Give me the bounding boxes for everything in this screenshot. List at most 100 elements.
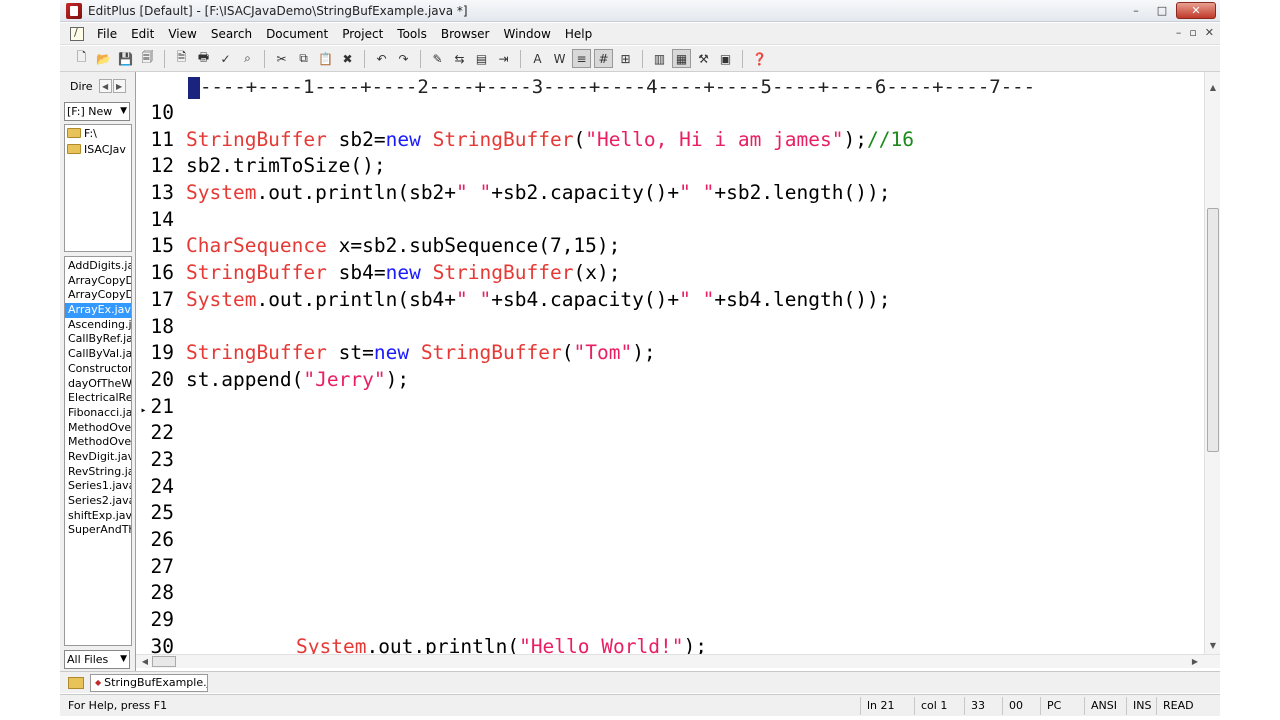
code-line[interactable]: 20 st.append("Jerry"); — [136, 367, 1204, 394]
file-filter-select[interactable]: All Files ▼ — [64, 650, 130, 669]
output-window-icon[interactable]: ▦ — [672, 49, 691, 68]
minimize-button[interactable]: – — [1124, 2, 1148, 19]
tab-scroll-left-icon[interactable]: ◀ — [98, 79, 112, 93]
directory-tree[interactable]: F:\ ISACJav — [64, 124, 132, 252]
file-list-item[interactable]: ElectricalRe — [65, 391, 131, 406]
file-list-item[interactable]: CallByRef.ja — [65, 332, 131, 347]
directory-window-icon[interactable]: ▥ — [650, 49, 669, 68]
code-line[interactable]: 12 sb2.trimToSize(); — [136, 153, 1204, 180]
drive-select[interactable]: [F:] New ▼ — [64, 102, 130, 121]
save-icon[interactable]: 💾 — [116, 49, 135, 68]
code-line[interactable]: 15 CharSequence x=sb2.subSequence(7,15); — [136, 233, 1204, 260]
maximize-button[interactable]: □ — [1150, 2, 1174, 19]
code-line[interactable]: 22 — [136, 420, 1204, 447]
code-line[interactable]: 30 System.out.println("Hello World!"); — [136, 634, 1204, 654]
code-line[interactable]: 28 — [136, 580, 1204, 607]
tab-scroll-right-icon[interactable]: ▶ — [112, 79, 126, 93]
word-wrap-icon[interactable]: W — [550, 49, 569, 68]
code-line[interactable]: 29 — [136, 607, 1204, 634]
file-list-item[interactable]: AddDigits.ja — [65, 259, 131, 274]
code-line[interactable]: 10 — [136, 100, 1204, 127]
file-list-item[interactable]: ArrayCopyD — [65, 288, 131, 303]
browser-icon[interactable]: ▣ — [716, 49, 735, 68]
file-list-item[interactable]: CallByVal.ja — [65, 347, 131, 362]
redo-icon[interactable]: ↷ — [394, 49, 413, 68]
copy-icon[interactable]: ⧉ — [294, 49, 313, 68]
menu-search[interactable]: Search — [204, 24, 259, 44]
code-area[interactable]: 10 11 StringBuffer sb2=new StringBuffer("H… — [136, 100, 1204, 654]
file-list-item[interactable]: Constructor — [65, 362, 131, 377]
directory-tab[interactable]: Dire ◀ ▶ — [64, 76, 134, 96]
scroll-down-icon[interactable]: ▼ — [1205, 638, 1221, 652]
file-list-item[interactable]: RevString.ja — [65, 465, 131, 480]
tree-item-folder[interactable]: ISACJav — [65, 141, 131, 157]
file-list-item[interactable]: ArrayCopyD — [65, 274, 131, 289]
clipboard-icon[interactable]: ▤ — [472, 49, 491, 68]
line-number-icon[interactable]: # — [594, 49, 613, 68]
menu-file[interactable]: File — [90, 24, 124, 44]
file-list-item[interactable]: Series2.java — [65, 494, 131, 509]
menu-project[interactable]: Project — [335, 24, 390, 44]
spell-check-icon[interactable]: ✓ — [216, 49, 235, 68]
file-list-item[interactable]: MethodOve — [65, 421, 131, 436]
open-folder-icon[interactable]: 📂 — [94, 49, 113, 68]
doc-minimize-button[interactable]: – — [1176, 26, 1182, 39]
save-all-icon[interactable]: 🗐 — [138, 49, 157, 68]
code-line[interactable]: 24 — [136, 474, 1204, 501]
vertical-scroll-thumb[interactable] — [1207, 208, 1219, 452]
scroll-left-icon[interactable]: ◀ — [138, 655, 152, 668]
horizontal-scroll-thumb[interactable] — [152, 656, 176, 667]
toggle-view-icon[interactable]: ⊞ — [616, 49, 635, 68]
doc-restore-button[interactable]: ▫ — [1189, 26, 1196, 39]
code-line[interactable]: 26 — [136, 527, 1204, 554]
replace-icon[interactable]: ⇆ — [450, 49, 469, 68]
menu-window[interactable]: Window — [497, 24, 558, 44]
find-icon[interactable]: ✎ — [428, 49, 447, 68]
code-line[interactable]: 19 StringBuffer st=new StringBuffer("Tom"… — [136, 340, 1204, 367]
file-list-item[interactable]: RevDigit.jav — [65, 450, 131, 465]
code-line[interactable]: 25 — [136, 500, 1204, 527]
file-list-item[interactable]: Fibonacci.ja — [65, 406, 131, 421]
close-button[interactable]: ✕ — [1176, 2, 1216, 19]
menu-edit[interactable]: Edit — [124, 24, 161, 44]
file-list-item[interactable]: MethodOve — [65, 435, 131, 450]
folder-icon[interactable] — [68, 676, 84, 689]
code-line[interactable]: 23 — [136, 447, 1204, 474]
file-list-item[interactable]: shiftExp.java — [65, 509, 131, 524]
code-editor[interactable]: ----+----1----+----2----+----3----+----4… — [136, 72, 1220, 654]
tab-stringbufexample[interactable]: ◆ StringBufExample.ja — [90, 673, 208, 692]
file-list-item[interactable]: dayOfTheW — [65, 377, 131, 392]
scroll-up-icon[interactable]: ▲ — [1205, 80, 1221, 94]
menu-browser[interactable]: Browser — [434, 24, 497, 44]
file-list-item[interactable]: ArrayEx.java — [65, 303, 131, 318]
code-line[interactable]: 11 StringBuffer sb2=new StringBuffer("Hel… — [136, 127, 1204, 154]
code-line[interactable]: 13 System.out.println(sb2+" "+sb2.capacit… — [136, 180, 1204, 207]
help-icon[interactable]: ❓ — [750, 49, 769, 68]
print-preview-icon[interactable]: 🗎 — [172, 49, 191, 68]
find-in-files-icon[interactable]: ⌕ — [238, 49, 257, 68]
menu-tools[interactable]: Tools — [390, 24, 434, 44]
indent-icon[interactable]: ⇥ — [494, 49, 513, 68]
menu-help[interactable]: Help — [558, 24, 599, 44]
code-line[interactable]: 27 — [136, 554, 1204, 581]
new-file-icon[interactable]: 🗋 — [72, 49, 91, 68]
horizontal-scrollbar[interactable]: ◀ ▶ — [136, 654, 1220, 668]
print-icon[interactable]: 🖶 — [194, 49, 213, 68]
file-list-item[interactable]: Series1.java — [65, 479, 131, 494]
document-icon[interactable] — [70, 26, 84, 41]
file-list-item[interactable]: Ascending.j — [65, 318, 131, 333]
paste-icon[interactable]: 📋 — [316, 49, 335, 68]
delete-icon[interactable]: ✖ — [338, 49, 357, 68]
menu-document[interactable]: Document — [259, 24, 335, 44]
menu-view[interactable]: View — [161, 24, 203, 44]
font-icon[interactable]: A — [528, 49, 547, 68]
code-line[interactable]: 18 — [136, 314, 1204, 341]
ruler-icon[interactable]: ≡ — [572, 49, 591, 68]
code-line[interactable]: 14 — [136, 207, 1204, 234]
tree-item-drive[interactable]: F:\ — [65, 125, 131, 141]
code-line[interactable]: 21 — [136, 394, 1204, 421]
doc-close-button[interactable]: ✕ — [1205, 26, 1214, 39]
file-list-item[interactable]: SuperAndTh — [65, 523, 131, 538]
editplus-app-icon[interactable] — [66, 2, 82, 19]
vertical-scrollbar[interactable]: ▲ ▼ — [1204, 72, 1220, 654]
